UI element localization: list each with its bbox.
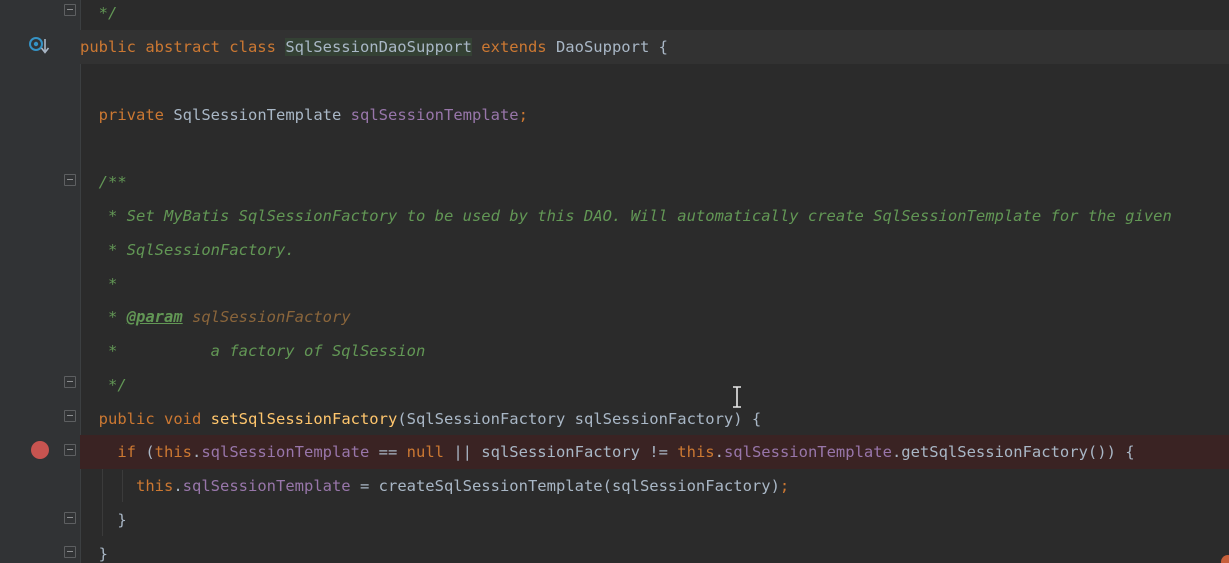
- text-cursor-icon: [730, 386, 744, 408]
- breakpoint-icon[interactable]: [31, 441, 49, 459]
- code-line-comment: * Set MyBatis SqlSessionFactory to be us…: [80, 199, 1229, 233]
- keyword: public void: [98, 410, 202, 428]
- code-editor[interactable]: */ public abstract class SqlSessionDaoSu…: [80, 0, 1229, 563]
- method-name: setSqlSessionFactory: [210, 410, 398, 428]
- code-line-method: public void setSqlSessionFactory(SqlSess…: [80, 402, 1229, 436]
- method-call: = createSqlSessionTemplate(sqlSessionFac…: [350, 477, 780, 495]
- method-call: .getSqlSessionFactory()) {: [891, 443, 1135, 461]
- comment: * Set MyBatis SqlSessionFactory to be us…: [108, 207, 1172, 225]
- comment: /**: [98, 173, 127, 191]
- comment: *: [108, 308, 127, 326]
- code-line-brace: }: [80, 503, 1229, 537]
- keyword: this: [136, 477, 174, 495]
- code-line-class-declaration: public abstract class SqlSessionDaoSuppo…: [80, 30, 1229, 64]
- method-params: (SqlSessionFactory sqlSessionFactory) {: [397, 410, 762, 428]
- javadoc-tag: @param: [126, 308, 183, 326]
- fold-marker-icon[interactable]: [64, 4, 76, 16]
- code-line-assignment: this.sqlSessionTemplate = createSqlSessi…: [80, 469, 1229, 503]
- punctuation: .: [173, 477, 183, 495]
- code-line-comment: /**: [80, 165, 1229, 199]
- comment: * SqlSessionFactory.: [108, 241, 295, 259]
- semicolon: ;: [779, 477, 790, 495]
- punctuation: .: [714, 443, 724, 461]
- comment: * a factory of SqlSession: [108, 342, 426, 360]
- punctuation: .: [192, 443, 202, 461]
- class-name: SqlSessionDaoSupport: [285, 38, 472, 56]
- code-line-comment: */: [80, 368, 1229, 402]
- comment: *: [108, 275, 118, 293]
- keyword: extends: [481, 38, 547, 56]
- code-line-brace: }: [80, 537, 1229, 563]
- keyword: if: [117, 443, 136, 461]
- closing-brace: }: [98, 545, 109, 563]
- keyword: this: [154, 443, 192, 461]
- field-name: sqlSessionTemplate: [350, 106, 519, 124]
- code-line-comment: * SqlSessionFactory.: [80, 233, 1229, 267]
- keyword: null: [406, 443, 444, 461]
- punctuation: (: [136, 443, 155, 461]
- keyword: this: [677, 443, 715, 461]
- semicolon: ;: [518, 106, 528, 124]
- error-stripe-marker-icon[interactable]: [1221, 555, 1229, 563]
- code-line-breakpoint: if (this.sqlSessionTemplate == null || s…: [80, 435, 1229, 469]
- code-line-comment: * @param sqlSessionFactory: [80, 300, 1229, 334]
- keyword: private: [98, 106, 164, 124]
- fold-marker-icon[interactable]: [64, 376, 76, 388]
- fold-marker-icon[interactable]: [64, 410, 76, 422]
- field-name: sqlSessionTemplate: [201, 443, 370, 461]
- implemented-by-icon[interactable]: [28, 36, 52, 56]
- fold-marker-icon[interactable]: [64, 174, 76, 186]
- comment: */: [98, 4, 118, 22]
- superclass: DaoSupport {: [555, 38, 668, 56]
- field-name: sqlSessionTemplate: [723, 443, 892, 461]
- code-line: */: [80, 0, 1229, 30]
- code-line-comment: * a factory of SqlSession: [80, 334, 1229, 368]
- operator: ==: [369, 443, 407, 461]
- editor-gutter[interactable]: [0, 0, 80, 563]
- code-line-comment: *: [80, 267, 1229, 301]
- closing-brace: }: [117, 511, 127, 529]
- comment: */: [108, 376, 127, 394]
- fold-marker-icon[interactable]: [64, 444, 76, 456]
- type-name: SqlSessionTemplate: [173, 106, 342, 124]
- fold-marker-icon[interactable]: [64, 512, 76, 524]
- field-name: sqlSessionTemplate: [182, 477, 351, 495]
- operator: || sqlSessionFactory !=: [443, 443, 678, 461]
- javadoc-param-name: sqlSessionFactory: [192, 308, 351, 326]
- keyword: public abstract class: [80, 38, 276, 56]
- code-line-field: private SqlSessionTemplate sqlSessionTem…: [80, 98, 1229, 132]
- fold-marker-icon[interactable]: [64, 546, 76, 558]
